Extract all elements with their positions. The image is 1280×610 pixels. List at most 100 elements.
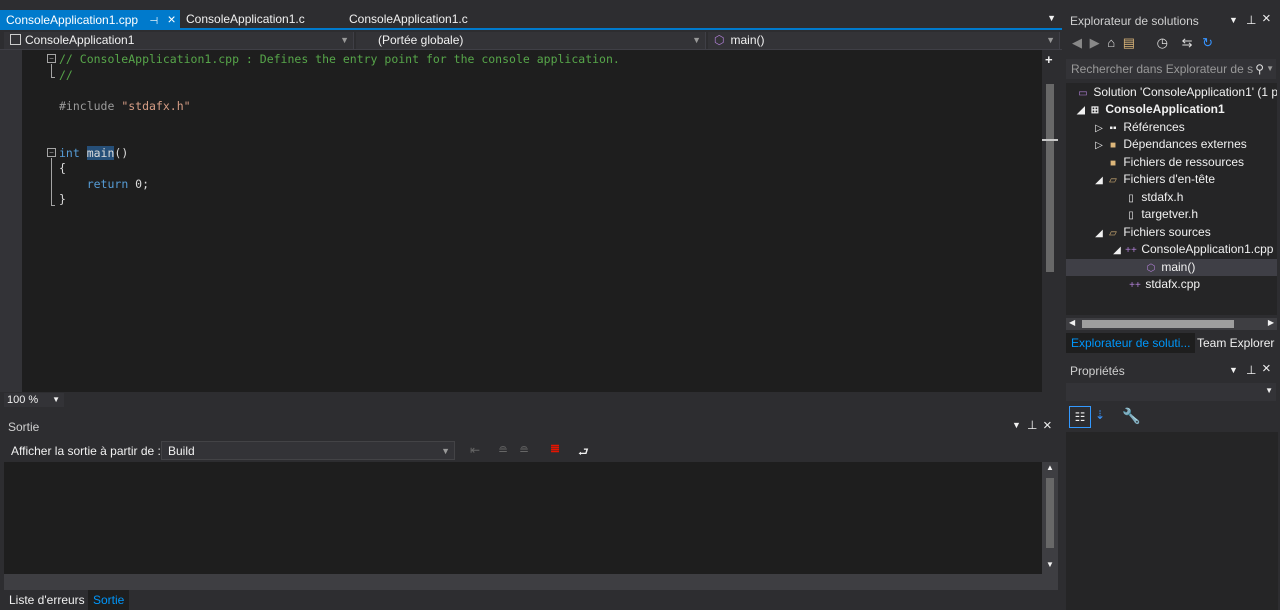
editor-status-bar: 100 % ▼ xyxy=(0,392,1058,408)
history-icon[interactable]: ◷ xyxy=(1157,35,1168,50)
include-directive: #include xyxy=(59,98,122,113)
member-dropdown[interactable]: ⬡ main() ▼ xyxy=(708,32,1060,49)
indicator-margin xyxy=(0,50,22,392)
tab-consoleapplication1-cpp[interactable]: ConsoleApplication1.cpp ⊣ × xyxy=(0,10,180,29)
close-icon[interactable]: × xyxy=(168,11,176,27)
code-text[interactable]: // ConsoleApplication1.cpp : Defines the… xyxy=(59,52,620,208)
search-icon[interactable]: ⚲ xyxy=(1255,59,1264,79)
zoom-level: 100 % xyxy=(7,394,39,406)
tree-item-consoleapplication1-cpp[interactable]: ◢ ++ ConsoleApplication1.cpp xyxy=(1066,241,1277,258)
close-icon[interactable]: × xyxy=(1262,360,1271,377)
scroll-down-icon[interactable]: ▼ xyxy=(1046,560,1054,569)
scroll-right-icon[interactable]: ▶ xyxy=(1268,318,1274,327)
chevron-down-icon: ▼ xyxy=(1046,35,1055,45)
close-icon[interactable]: × xyxy=(1262,10,1271,27)
close-icon[interactable]: × xyxy=(1043,417,1052,434)
tab-output[interactable]: Sortie xyxy=(88,590,130,610)
folder-icon: ▱ xyxy=(1109,228,1117,239)
tab-error-list[interactable]: Liste d'erreurs xyxy=(4,590,90,610)
clear-all-icon[interactable]: ≣ xyxy=(550,441,560,455)
tree-item-stdafx-h[interactable]: ▯ stdafx.h xyxy=(1066,189,1277,206)
scroll-up-icon[interactable]: ▲ xyxy=(1046,463,1054,472)
tab-consoleapplication1-c[interactable]: ConsoleApplication1.c xyxy=(180,10,311,29)
output-vertical-scrollbar[interactable]: ▲ ▼ xyxy=(1042,462,1058,574)
expanded-icon[interactable]: ◢ xyxy=(1092,225,1106,242)
editor-vertical-scrollbar[interactable]: + xyxy=(1042,50,1058,392)
output-horizontal-scrollbar[interactable] xyxy=(4,574,1058,590)
previous-message-icon[interactable]: ≘ xyxy=(498,443,508,457)
tree-item-stdafx-cpp[interactable]: ++ stdafx.cpp xyxy=(1066,276,1277,293)
sync-icon[interactable]: ⇆ xyxy=(1182,35,1193,50)
collapsed-icon[interactable]: ▷ xyxy=(1092,120,1106,137)
output-text-area[interactable] xyxy=(4,462,1042,574)
tab-consoleapplication1-c-2[interactable]: ConsoleApplication1.c xyxy=(343,10,474,29)
tree-item-header-files[interactable]: ◢ ▱ Fichiers d'en-tête xyxy=(1066,171,1277,188)
code-line: { xyxy=(59,161,66,176)
tab-label: Team Explorer xyxy=(1197,336,1275,350)
tree-item-main[interactable]: ⬡ main() xyxy=(1066,259,1277,276)
tree-item-resource-files[interactable]: ■ Fichiers de ressources xyxy=(1066,154,1277,171)
code-editor[interactable]: − − // ConsoleApplication1.cpp : Defines… xyxy=(0,50,1042,392)
panel-options-icon[interactable]: ▼ xyxy=(1012,420,1021,430)
chevron-down-icon: ▼ xyxy=(692,35,701,45)
tab-overflow-dropdown-icon[interactable]: ▼ xyxy=(1047,13,1056,23)
tab-label: ConsoleApplication1.c xyxy=(349,12,468,26)
pin-icon[interactable]: ⊥ xyxy=(1246,13,1256,27)
categorized-icon[interactable]: ☷ xyxy=(1069,406,1091,428)
expanded-icon[interactable]: ◢ xyxy=(1110,242,1124,259)
panel-options-icon[interactable]: ▼ xyxy=(1229,365,1238,375)
pin-icon[interactable]: ⊥ xyxy=(1027,418,1037,432)
go-to-message-icon[interactable]: ⇤ xyxy=(470,443,480,457)
expanded-icon[interactable]: ◢ xyxy=(1092,172,1106,189)
panel-options-icon[interactable]: ▼ xyxy=(1229,15,1238,25)
scroll-thumb[interactable] xyxy=(1046,84,1054,272)
include-path: "stdafx.h" xyxy=(121,98,191,113)
properties-title: Propriétés xyxy=(1070,364,1125,378)
collapsed-icon[interactable]: ▷ xyxy=(1092,137,1106,154)
forward-icon[interactable]: ▶ xyxy=(1090,35,1100,50)
solution-horizontal-scrollbar[interactable]: ◀ ▶ xyxy=(1066,318,1277,330)
property-pages-icon[interactable]: 🔧 xyxy=(1122,407,1141,425)
zoom-dropdown[interactable]: 100 % ▼ xyxy=(4,393,64,407)
tree-item-solution[interactable]: ▭ Solution 'ConsoleApplication1' (1 proj… xyxy=(1066,84,1277,101)
tree-item-project[interactable]: ◢ ⊞ ConsoleApplication1 xyxy=(1066,101,1277,118)
collapse-icon[interactable]: − xyxy=(47,54,56,63)
pin-icon[interactable]: ⊥ xyxy=(1246,363,1256,377)
collapse-icon[interactable]: − xyxy=(47,148,56,157)
chevron-down-icon: ▼ xyxy=(1265,386,1273,395)
switch-views-icon[interactable]: ▤ xyxy=(1123,35,1135,50)
tab-team-explorer[interactable]: Team Explorer xyxy=(1192,333,1279,353)
search-options-icon[interactable]: ▼ xyxy=(1266,59,1274,79)
tree-item-targetver-h[interactable]: ▯ targetver.h xyxy=(1066,206,1277,223)
scope-dropdown[interactable]: (Portée globale) ▼ xyxy=(356,32,706,49)
tree-label: ConsoleApplication1 xyxy=(1105,102,1225,116)
next-message-icon[interactable]: ≘ xyxy=(519,443,529,457)
project-icon: ⊞ xyxy=(1090,105,1100,116)
alphabetical-icon[interactable]: ⇣ xyxy=(1095,408,1105,422)
scroll-left-icon[interactable]: ◀ xyxy=(1069,318,1075,327)
tree-item-references[interactable]: ▷ ▪▪ Références xyxy=(1066,119,1277,136)
tab-solution-explorer[interactable]: Explorateur de soluti... xyxy=(1066,333,1196,353)
function-name: main xyxy=(86,145,115,160)
scroll-thumb[interactable] xyxy=(1082,320,1234,328)
solution-search-input[interactable]: Rechercher dans Explorateur de s ⚲ ▼ xyxy=(1066,59,1276,79)
object-dropdown[interactable]: ▼ xyxy=(1066,383,1276,401)
refresh-icon[interactable]: ↻ xyxy=(1202,35,1213,50)
pin-icon[interactable]: ⊣ xyxy=(149,16,158,27)
tree-label: Solution 'ConsoleApplication1' (1 projet… xyxy=(1093,85,1277,99)
scroll-thumb[interactable] xyxy=(1046,478,1054,548)
home-icon[interactable]: ⌂ xyxy=(1107,35,1115,50)
tree-item-external-dependencies[interactable]: ▷ ■ Dépendances externes xyxy=(1066,136,1277,153)
word-wrap-icon[interactable]: ⮐ xyxy=(578,443,589,464)
horizontal-scrollbar[interactable] xyxy=(66,395,1042,405)
project-dropdown[interactable]: ConsoleApplication1 ▼ xyxy=(4,32,354,49)
back-icon[interactable]: ◀ xyxy=(1072,35,1082,50)
tree-item-source-files[interactable]: ◢ ▱ Fichiers sources xyxy=(1066,224,1277,241)
project-icon xyxy=(10,34,21,45)
output-source-dropdown[interactable]: Build ▼ xyxy=(161,441,455,460)
split-icon[interactable]: + xyxy=(1045,52,1053,67)
chevron-down-icon: ▼ xyxy=(441,446,450,456)
expanded-icon[interactable]: ◢ xyxy=(1074,102,1088,119)
header-file-icon: ▯ xyxy=(1128,210,1134,221)
solution-explorer: Explorateur de solutions ▼ ⊥ × ◀ ▶ ⌂ ▤ ◷… xyxy=(1064,10,1280,354)
